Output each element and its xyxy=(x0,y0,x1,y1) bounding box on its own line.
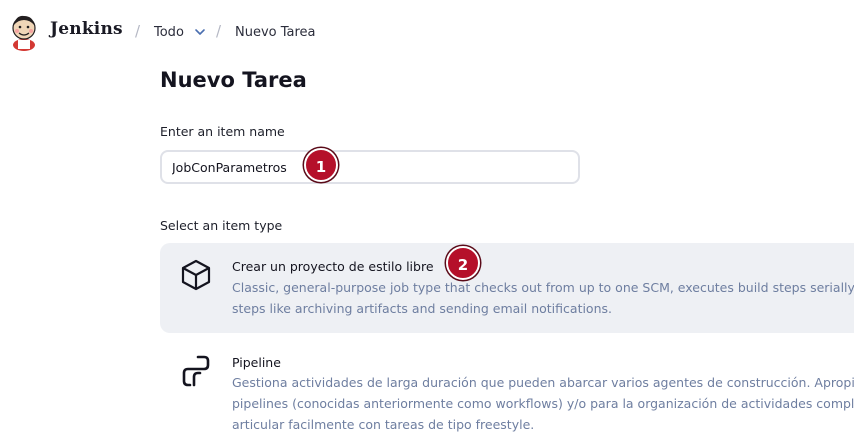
item-type-description: Classic, general-purpose job type that c… xyxy=(232,277,854,319)
breadcrumb-current: Nuevo Tarea xyxy=(235,25,316,40)
chevron-down-icon[interactable] xyxy=(194,26,206,38)
item-type-description: Gestiona actividades de larga duración q… xyxy=(232,372,854,435)
breadcrumb-todo[interactable]: Todo xyxy=(154,25,184,40)
description-line: steps like archiving artifacts and sendi… xyxy=(232,301,612,316)
page-title: Nuevo Tarea xyxy=(160,68,307,92)
annotation-badge-2: 2 xyxy=(446,246,480,280)
jenkins-logo-icon[interactable] xyxy=(10,13,38,51)
breadcrumb-separator: / xyxy=(216,22,222,40)
annotation-badge-1: 1 xyxy=(304,148,338,182)
header-bar: Jenkins / Todo / Nuevo Tarea xyxy=(0,0,854,66)
item-type-title: Pipeline xyxy=(232,355,281,370)
item-name-input[interactable] xyxy=(160,150,580,184)
item-type-label: Select an item type xyxy=(160,218,283,233)
description-line: Gestiona actividades de larga duración q… xyxy=(232,375,854,390)
description-line: articular facilmente con tareas de tipo … xyxy=(232,417,535,432)
breadcrumb-separator: / xyxy=(135,22,141,40)
brand-name[interactable]: Jenkins xyxy=(50,19,123,39)
item-type-title: Crear un proyecto de estilo libre xyxy=(232,259,434,274)
freestyle-box-icon xyxy=(181,259,211,291)
pipeline-icon xyxy=(182,355,210,387)
item-type-pipeline[interactable]: Pipeline Gestiona actividades de larga d… xyxy=(160,341,854,437)
item-name-label: Enter an item name xyxy=(160,124,285,139)
description-line: pipelines (conocidas anteriormente como … xyxy=(232,396,854,411)
description-line: Classic, general-purpose job type that c… xyxy=(232,280,854,295)
item-type-freestyle[interactable]: Crear un proyecto de estilo libre Classi… xyxy=(160,243,854,333)
